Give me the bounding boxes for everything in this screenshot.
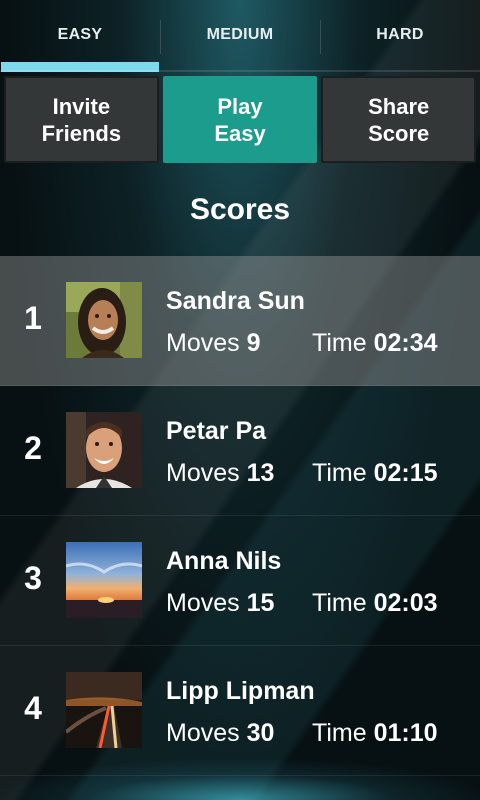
player-name: Sandra Sun: [166, 287, 305, 315]
avatar-night-highway: [66, 672, 142, 748]
moves-value: 13: [246, 459, 275, 487]
scores-list: 1 Sandra Sun Moves 9 Time 02:34 2 Petar …: [0, 256, 480, 776]
play-easy-button[interactable]: Play Easy: [162, 76, 318, 163]
time-stat: Time 01:10: [312, 719, 438, 748]
moves-label: Moves: [166, 589, 240, 617]
tab-hard-label: HARD: [376, 26, 424, 43]
moves-label: Moves: [166, 719, 240, 747]
difficulty-tabs: EASY MEDIUM HARD: [0, 0, 480, 72]
time-stat: Time 02:15: [312, 459, 438, 488]
time-value: 02:34: [373, 329, 438, 357]
scores-title: Scores: [189, 193, 291, 226]
play-easy-label-line2: Easy: [214, 120, 266, 146]
rank: 1: [24, 300, 42, 336]
time-label: Time: [312, 719, 367, 747]
invite-friends-label-line2: Friends: [41, 120, 122, 146]
time-value: 01:10: [373, 719, 438, 747]
moves-stat: Moves 9: [166, 329, 261, 358]
player-name: Anna Nils: [166, 547, 282, 575]
rank: 2: [24, 430, 42, 466]
player-name: Lipp Lipman: [166, 677, 315, 705]
moves-stat: Moves 15: [166, 589, 274, 618]
avatar-portrait-man: [66, 412, 142, 488]
tab-medium[interactable]: MEDIUM: [160, 0, 320, 72]
time-label: Time: [312, 459, 367, 487]
time-value: 02:03: [373, 589, 438, 617]
tab-medium-label: MEDIUM: [206, 26, 274, 43]
moves-value: 15: [246, 589, 275, 617]
player-name: Petar Pa: [166, 417, 267, 445]
rank: 3: [24, 560, 42, 596]
moves-label: Moves: [166, 329, 240, 357]
time-value: 02:15: [373, 459, 438, 487]
tab-easy-label: EASY: [57, 26, 103, 43]
moves-label: Moves: [166, 459, 240, 487]
rank: 4: [24, 690, 42, 726]
share-score-label-line2: Score: [368, 120, 430, 146]
avatar-sunset-landscape: [66, 542, 142, 618]
share-score-button[interactable]: Share Score: [321, 76, 477, 163]
tab-hard[interactable]: HARD: [320, 0, 480, 72]
invite-friends-button[interactable]: Invite Friends: [4, 76, 159, 163]
share-score-label-line1: Share: [368, 93, 430, 119]
time-label: Time: [312, 329, 367, 357]
invite-friends-label-line1: Invite: [52, 93, 111, 119]
score-row[interactable]: 1 Sandra Sun Moves 9 Time 02:34: [0, 256, 480, 386]
score-row[interactable]: 2 Petar Pa Moves 13 Time 02:15: [0, 386, 480, 516]
score-row[interactable]: 3 Anna Nils Moves 15 Time 02:03: [0, 516, 480, 646]
action-bar: Invite Friends Play Easy Share Score: [4, 76, 477, 163]
moves-stat: Moves 30: [166, 719, 274, 748]
tab-easy[interactable]: EASY: [0, 0, 160, 72]
moves-stat: Moves 13: [166, 459, 274, 488]
avatar-portrait-woman: [66, 282, 142, 358]
tabs-divider: [0, 70, 480, 72]
time-label: Time: [312, 589, 367, 617]
time-stat: Time 02:34: [312, 329, 438, 358]
moves-value: 30: [246, 719, 275, 747]
score-row[interactable]: 4 Lipp Lipman Moves 30 Time 01:10: [0, 646, 480, 776]
play-easy-label-line1: Play: [217, 93, 263, 119]
time-stat: Time 02:03: [312, 589, 438, 618]
moves-value: 9: [246, 329, 261, 357]
